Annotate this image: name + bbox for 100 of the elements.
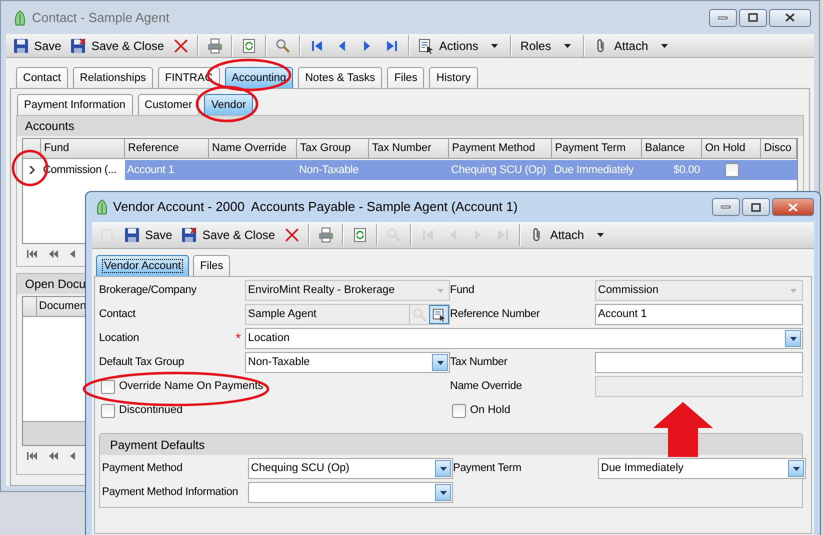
tab[interactable]: Relationships [72, 67, 153, 88]
text-field[interactable] [595, 352, 803, 373]
tab[interactable]: Files [387, 67, 424, 88]
maximize-icon [748, 13, 758, 22]
table-cell-text: Due Immediately [553, 162, 635, 178]
field-label: Name Override [450, 379, 522, 394]
field-label: Brokerage/Company [99, 283, 196, 298]
caret-icon [597, 233, 604, 237]
document-pointer-icon [432, 308, 446, 322]
checkbox[interactable] [724, 163, 738, 177]
document-pointer-icon [418, 38, 434, 54]
tab[interactable]: Customer [138, 94, 200, 115]
app-logo-icon [96, 199, 108, 215]
dropdown-field[interactable] [248, 482, 453, 503]
search-icon [412, 306, 428, 322]
caret-icon [661, 44, 668, 48]
field-label: Payment Method Information [102, 485, 238, 500]
search-icon [275, 38, 292, 54]
printer-icon [318, 227, 334, 243]
row-pointer-icon [29, 166, 35, 174]
checkbox[interactable] [452, 404, 466, 418]
attach-menu-button[interactable]: Attach [525, 224, 612, 246]
field-label: Reference Number [450, 307, 540, 322]
new-document-icon [99, 227, 115, 243]
tab[interactable]: History [429, 67, 478, 88]
dropdown-field[interactable]: Chequing SCU (Op) [248, 458, 453, 479]
column-header[interactable]: Payment Method [449, 139, 552, 158]
maximize-button[interactable] [742, 198, 770, 216]
caret-icon [491, 44, 498, 48]
up-arrow [653, 402, 713, 457]
panel-title: Accounts [25, 118, 74, 135]
maximize-icon [751, 202, 761, 212]
save-close-button[interactable]: Save & Close [66, 34, 168, 56]
column-header[interactable]: Reference [125, 139, 209, 158]
tab[interactable]: Contact [16, 67, 68, 88]
roles-menu-button[interactable]: Roles [516, 34, 580, 56]
search-icon [386, 227, 402, 243]
caret-icon [790, 336, 796, 340]
column-header[interactable]: Disco [761, 139, 797, 158]
tab[interactable]: Notes & Tasks [298, 67, 382, 88]
minimize-icon [718, 16, 728, 20]
column-header[interactable]: Fund [41, 139, 125, 158]
checkbox-label: On Hold [470, 403, 510, 418]
x-icon [284, 227, 300, 243]
close-button[interactable] [772, 198, 814, 216]
save-button[interactable]: Save [120, 224, 176, 246]
minimize-icon [721, 205, 731, 209]
minimize-button[interactable] [709, 8, 737, 26]
maximize-button[interactable] [739, 8, 767, 26]
table-cell-text: Account 1 [126, 162, 176, 178]
column-header[interactable]: Balance [642, 139, 702, 158]
close-icon [788, 202, 798, 212]
actions-menu-button[interactable]: Actions [414, 34, 506, 56]
caret-icon [440, 466, 446, 470]
previous-icon[interactable] [70, 250, 75, 258]
save-button[interactable]: Save [9, 34, 66, 56]
checkbox[interactable] [101, 380, 115, 394]
table-cell-text: Chequing SCU (Op) [450, 162, 548, 178]
field-label: Payment Method [102, 461, 182, 476]
previous-page-icon[interactable] [49, 250, 58, 258]
printer-icon [207, 38, 224, 54]
column-header[interactable]: Payment Term [552, 139, 642, 158]
table-cell-text: $0.00 [672, 162, 701, 178]
column-header[interactable]: Tax Number [369, 139, 449, 158]
text-field[interactable]: Account 1 [595, 304, 803, 325]
column-header[interactable]: Name Override [209, 139, 297, 158]
panel-title: Payment Defaults [110, 436, 205, 454]
caret-icon [436, 288, 444, 292]
field-label: Payment Term [453, 461, 522, 476]
first-page-icon[interactable] [27, 250, 37, 258]
tab[interactable]: Payment Information [17, 94, 132, 115]
required-mark: * [236, 329, 241, 348]
caret-icon [790, 288, 796, 292]
column-header[interactable]: Tax Group [297, 139, 369, 158]
field-label: Tax Number [450, 355, 508, 370]
minimize-button[interactable] [712, 198, 740, 216]
save-close-button[interactable]: Save & Close [177, 224, 280, 246]
checkbox[interactable] [101, 404, 115, 418]
tab[interactable]: Files [193, 255, 230, 276]
field-label: Default Tax Group [99, 355, 184, 370]
dropdown-field[interactable]: Due Immediately [598, 458, 806, 479]
tab[interactable]: Accounting [224, 67, 294, 88]
attach-menu-button[interactable]: Attach [589, 34, 676, 56]
first-page-icon[interactable] [27, 452, 37, 460]
refresh-icon [352, 227, 368, 243]
dropdown-field[interactable]: Non-Taxable [245, 352, 450, 373]
refresh-icon [241, 38, 258, 54]
x-icon [173, 38, 190, 54]
caret-icon [436, 360, 444, 364]
checkbox-label: Override Name On Payments [119, 379, 264, 394]
previous-page-icon[interactable] [49, 452, 58, 460]
tab[interactable]: Vendor Account [96, 255, 190, 276]
field-label: Location [99, 331, 139, 346]
previous-icon[interactable] [70, 452, 75, 460]
tab[interactable]: Vendor [204, 94, 254, 115]
dropdown-field[interactable]: Location [245, 328, 803, 349]
close-button[interactable] [769, 8, 811, 26]
column-header[interactable]: On Hold [702, 139, 761, 158]
window-title: Contact - Sample Agent [32, 8, 170, 27]
table-cell-text: Non-Taxable [298, 162, 360, 178]
